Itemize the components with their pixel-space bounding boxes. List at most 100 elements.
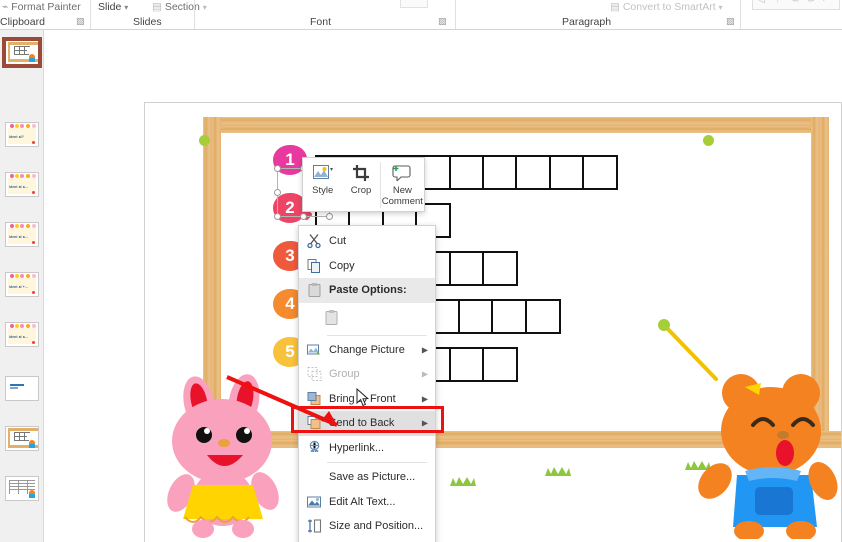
grid-cell[interactable] bbox=[491, 299, 528, 334]
slide-canvas-area: 1 2 3 4 5 🖼 bbox=[44, 30, 842, 542]
minibar-comment-label-2: Comment bbox=[381, 195, 423, 207]
grid-cell[interactable] bbox=[482, 155, 519, 190]
mini-toolbar[interactable]: ▾ Style Crop New Comment bbox=[302, 157, 425, 212]
selection-handle-sw[interactable] bbox=[274, 213, 281, 220]
minibar-comment-label-1: New bbox=[392, 185, 412, 196]
bubble-label: 5 bbox=[285, 342, 295, 361]
ribbon-group-font: Font bbox=[310, 16, 332, 28]
crop-icon bbox=[352, 163, 370, 183]
grid-cell[interactable] bbox=[482, 347, 519, 382]
menu-item-cut[interactable]: Cut bbox=[299, 229, 435, 254]
menu-item-save-as-picture[interactable]: Save as Picture... bbox=[299, 465, 435, 490]
clipboard-dialog-launcher[interactable]: ▧ bbox=[76, 17, 85, 27]
menu-item-format-picture[interactable]: Format Picture... bbox=[299, 539, 435, 542]
bear-character[interactable] bbox=[693, 359, 842, 539]
paste-clipboard-icon bbox=[323, 309, 340, 326]
board-top-rail bbox=[203, 117, 829, 133]
selection-handle-s[interactable] bbox=[300, 213, 307, 220]
menu-item-label: Hyperlink... bbox=[329, 441, 385, 454]
bubble-label: 1 bbox=[285, 150, 295, 169]
menu-item-label: Edit Alt Text... bbox=[329, 495, 396, 508]
grid-cell[interactable] bbox=[548, 155, 585, 190]
alt-text-icon bbox=[306, 493, 323, 510]
ribbon-convert-to-smartart[interactable]: ▤ Convert to SmartArt ▾ bbox=[610, 1, 723, 13]
copy-icon bbox=[306, 257, 323, 274]
grid-cell[interactable] bbox=[448, 347, 485, 382]
paragraph-dialog-launcher[interactable]: ▧ bbox=[726, 17, 735, 27]
minibar-style-label: Style bbox=[312, 185, 334, 196]
thumbnail-text: ident al +... bbox=[9, 285, 29, 289]
ribbon-divider bbox=[90, 0, 91, 29]
minibar-crop-label: Crop bbox=[350, 185, 372, 196]
thumbnail-text: ident al a... bbox=[9, 235, 29, 239]
minibar-crop-button[interactable]: Crop bbox=[342, 158, 379, 211]
menu-item-label: Paste Options: bbox=[329, 284, 407, 297]
thumbnail-grid-icon bbox=[14, 46, 30, 57]
annotation-highlight-box bbox=[291, 406, 444, 433]
ribbon-format-painter[interactable]: ⌁ Format Painter bbox=[2, 1, 81, 13]
slide-thumbnail-pane[interactable]: ident al? ident al a... ident al a... id… bbox=[0, 30, 44, 542]
submenu-arrow-icon: ▶ bbox=[421, 394, 428, 404]
ribbon-slide-button[interactable]: Slide ▾ bbox=[98, 1, 128, 13]
size-position-icon bbox=[306, 518, 323, 535]
ribbon-group-slides: Slides bbox=[133, 16, 162, 28]
scissors-icon bbox=[306, 233, 323, 250]
thumbnail-slide-6[interactable]: ident al a... bbox=[5, 322, 39, 347]
bubble-label: 2 bbox=[285, 198, 295, 217]
font-dialog-launcher[interactable]: ▧ bbox=[438, 17, 447, 27]
menu-item-change-picture[interactable]: Change Picture ▶ bbox=[299, 338, 435, 363]
menu-item-label: Save as Picture... bbox=[329, 471, 416, 484]
menu-item-size-and-position[interactable]: Size and Position... bbox=[299, 514, 435, 539]
paste-icon bbox=[306, 282, 323, 299]
change-picture-icon bbox=[306, 341, 323, 358]
ribbon-divider bbox=[194, 0, 195, 29]
bubble-label: 4 bbox=[285, 294, 295, 313]
menu-item-paste-options: Paste Options: bbox=[299, 278, 435, 303]
ribbon-group-paragraph: Paragraph bbox=[562, 16, 612, 28]
selection-handle-nw[interactable] bbox=[274, 165, 281, 172]
thumbnail-slide-1[interactable] bbox=[2, 37, 42, 68]
minibar-style-button[interactable]: ▾ Style bbox=[303, 158, 342, 211]
grass-icon bbox=[450, 477, 476, 486]
grid-cell[interactable] bbox=[457, 299, 494, 334]
menu-item-hyperlink[interactable]: Hyperlink... bbox=[299, 436, 435, 461]
thumbnail-slide-5[interactable]: ident al +... bbox=[5, 272, 39, 297]
ribbon-divider bbox=[740, 0, 741, 29]
grid-cell[interactable] bbox=[448, 251, 485, 286]
menu-item-copy[interactable]: Copy bbox=[299, 254, 435, 279]
thumbnail-text: ident al a... bbox=[9, 335, 29, 339]
thumbnail-slide-7[interactable] bbox=[5, 376, 39, 401]
menu-item-paste-thumbnail[interactable] bbox=[299, 303, 435, 333]
thumbnail-slide-9[interactable] bbox=[5, 476, 39, 501]
picture-style-icon: ▾ bbox=[312, 163, 333, 183]
grass-icon bbox=[545, 467, 571, 476]
green-dot-icon bbox=[703, 135, 714, 146]
drawing-shapes-gallery[interactable]: ◁ ↑ ⊂ ⊃ ⌐ bbox=[752, 0, 840, 10]
ribbon: ⌁ Format Painter Clipboard ▧ Slide ▾ ▤ S… bbox=[0, 0, 842, 30]
selection-handle-w[interactable] bbox=[274, 189, 281, 196]
thumbnail-slide-8[interactable] bbox=[5, 426, 39, 451]
current-slide[interactable]: 1 2 3 4 5 🖼 bbox=[144, 102, 842, 542]
grid-cell[interactable] bbox=[515, 155, 552, 190]
grid-cell[interactable] bbox=[448, 155, 485, 190]
font-control-placeholder[interactable] bbox=[400, 0, 428, 8]
grid-cell[interactable] bbox=[482, 251, 519, 286]
thumbnail-slide-4[interactable]: ident al a... bbox=[5, 222, 39, 247]
submenu-arrow-icon: ▶ bbox=[421, 369, 428, 379]
menu-item-label: Copy bbox=[329, 259, 355, 272]
ribbon-group-clipboard: Clipboard bbox=[0, 16, 45, 28]
grid-cell[interactable] bbox=[582, 155, 619, 190]
bubble-label: 3 bbox=[285, 246, 295, 265]
thumbnail-slide-2[interactable]: ident al? bbox=[5, 122, 39, 147]
menu-divider bbox=[327, 334, 427, 336]
new-comment-icon bbox=[392, 163, 412, 183]
mouse-cursor-icon bbox=[356, 388, 370, 407]
ribbon-section-button[interactable]: ▤ Section ▾ bbox=[152, 1, 207, 13]
grid-cell[interactable] bbox=[524, 299, 561, 334]
menu-item-edit-alt-text[interactable]: Edit Alt Text... bbox=[299, 490, 435, 515]
thumbnail-text: ident al? bbox=[9, 135, 24, 139]
selection-handle-se[interactable] bbox=[326, 213, 333, 220]
menu-item-label: Cut bbox=[329, 235, 347, 248]
thumbnail-slide-3[interactable]: ident al a... bbox=[5, 172, 39, 197]
minibar-new-comment-button[interactable]: New Comment bbox=[381, 158, 424, 211]
